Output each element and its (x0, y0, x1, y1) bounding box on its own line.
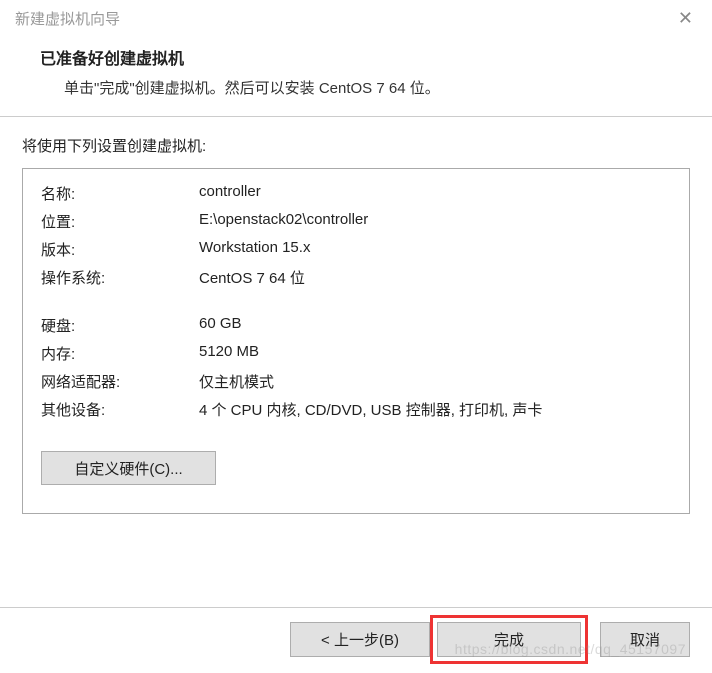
setting-label: 其他设备: (41, 399, 199, 420)
cancel-button[interactable]: 取消 (600, 622, 690, 657)
settings-box: 名称: controller 位置: E:\openstack02\contro… (22, 168, 690, 514)
setting-row: 硬盘: 60 GB (41, 315, 671, 336)
setting-label: 硬盘: (41, 315, 199, 336)
setting-label: 内存: (41, 343, 199, 364)
customize-hardware-button[interactable]: 自定义硬件(C)... (41, 451, 216, 485)
setting-row: 其他设备: 4 个 CPU 内核, CD/DVD, USB 控制器, 打印机, … (41, 399, 671, 420)
window-title: 新建虚拟机向导 (15, 8, 120, 29)
setting-row: 版本: Workstation 15.x (41, 239, 671, 260)
gap (41, 295, 671, 315)
finish-highlight: 完成 (430, 615, 588, 664)
setting-label: 位置: (41, 211, 199, 232)
setting-value: CentOS 7 64 位 (199, 267, 671, 288)
setting-row: 位置: E:\openstack02\controller (41, 211, 671, 232)
setting-label: 操作系统: (41, 267, 199, 288)
setting-row: 网络适配器: 仅主机模式 (41, 371, 671, 392)
finish-button[interactable]: 完成 (437, 622, 581, 657)
setting-row: 内存: 5120 MB (41, 343, 671, 364)
content-area: 将使用下列设置创建虚拟机: 名称: controller 位置: E:\open… (0, 117, 712, 514)
intro-text: 将使用下列设置创建虚拟机: (22, 135, 690, 156)
titlebar: 新建虚拟机向导 ✕ (0, 0, 712, 39)
setting-value: 仅主机模式 (199, 371, 671, 392)
back-button[interactable]: < 上一步(B) (290, 622, 430, 657)
header-subtitle: 单击"完成"创建虚拟机。然后可以安装 CentOS 7 64 位。 (64, 77, 697, 98)
close-icon[interactable]: ✕ (674, 8, 697, 29)
setting-label: 名称: (41, 183, 199, 204)
setting-row: 操作系统: CentOS 7 64 位 (41, 267, 671, 288)
setting-value: 60 GB (199, 315, 671, 336)
setting-value: E:\openstack02\controller (199, 211, 671, 232)
wizard-header: 已准备好创建虚拟机 单击"完成"创建虚拟机。然后可以安装 CentOS 7 64… (0, 39, 712, 116)
setting-label: 版本: (41, 239, 199, 260)
setting-value: controller (199, 183, 671, 204)
setting-row: 名称: controller (41, 183, 671, 204)
setting-value: 5120 MB (199, 343, 671, 364)
setting-label: 网络适配器: (41, 371, 199, 392)
setting-value: 4 个 CPU 内核, CD/DVD, USB 控制器, 打印机, 声卡 (199, 399, 671, 420)
header-title: 已准备好创建虚拟机 (40, 45, 697, 69)
setting-value: Workstation 15.x (199, 239, 671, 260)
button-bar: < 上一步(B) 完成 取消 (0, 607, 712, 673)
